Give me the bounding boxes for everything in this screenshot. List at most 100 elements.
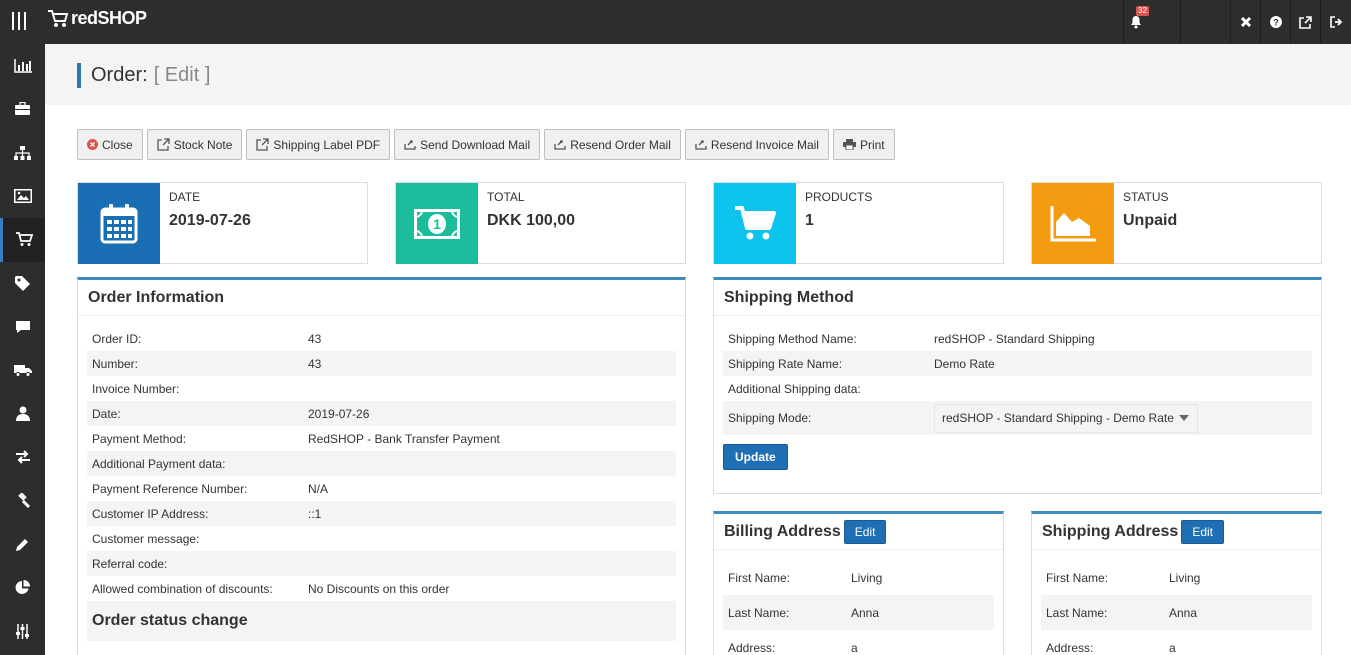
billing-address-value: a	[851, 640, 858, 655]
shipping-rate-name-row: Shipping Rate Name: Demo Rate	[723, 351, 1312, 376]
payment-method-row: Payment Method: RedSHOP - Bank Transfer P…	[87, 426, 676, 451]
sidebar-item-configuration[interactable]	[0, 610, 45, 654]
sign-out-icon	[1329, 16, 1342, 28]
row-label: Additional Shipping data:	[728, 381, 861, 396]
shipping-mode-select[interactable]: redSHOP - Standard Shipping - Demo Rate	[934, 403, 1198, 433]
products-card-value: 1	[805, 212, 814, 229]
sidebar-item-shipping[interactable]	[0, 349, 45, 393]
row-label: First Name:	[728, 570, 791, 585]
shipping-address-value: a	[1169, 640, 1176, 655]
notifications-button[interactable]: 32	[1123, 0, 1181, 44]
sidebar-item-products[interactable]	[0, 88, 45, 132]
shopping-cart-icon	[735, 205, 776, 239]
page-subtitle: [ Edit ]	[153, 64, 211, 86]
discount-combination-value: No Discounts on this order	[308, 581, 450, 596]
brand-logo[interactable]: redSHOP	[47, 8, 147, 29]
billing-address-title: Billing Address	[724, 522, 841, 540]
products-card-label: PRODUCTS	[805, 190, 873, 204]
order-status-change-title: Order status change	[87, 601, 676, 641]
shipping-label-pdf-button[interactable]: Shipping Label PDF	[246, 129, 391, 160]
sidebar-item-statistics[interactable]	[0, 44, 45, 88]
shipping-address-row: Address: a	[1041, 630, 1312, 655]
row-label: Address:	[728, 640, 776, 655]
billing-first-name-row: First Name: Living	[723, 560, 994, 595]
shipping-rate-name-value: Demo Rate	[934, 356, 995, 371]
print-icon	[842, 139, 856, 150]
shipping-method-panel: Shipping Method Shipping Method Name: red…	[713, 277, 1322, 494]
sidebar-item-tools[interactable]	[0, 479, 45, 523]
order-information-rows: Order ID: 43 Number: 43 Invoice Number: Da…	[78, 326, 685, 641]
row-label: Shipping Rate Name:	[728, 356, 843, 371]
sidebar-item-communication[interactable]	[0, 305, 45, 349]
notification-badge: 32	[1136, 6, 1149, 16]
shipping-label-pdf-label: Shipping Label PDF	[273, 137, 381, 152]
share-icon	[554, 139, 566, 150]
shipping-address-header: Shipping Address Edit	[1032, 514, 1321, 550]
share-icon	[404, 139, 416, 150]
row-label: Referral code:	[92, 556, 168, 571]
billing-edit-button[interactable]: Edit	[843, 519, 887, 544]
question-icon: ?	[1269, 16, 1282, 28]
resend-order-mail-button[interactable]: Resend Order Mail	[544, 129, 681, 160]
row-label: Last Name:	[1046, 605, 1108, 620]
top-bar-spacer	[1181, 0, 1231, 44]
logout-button[interactable]	[1321, 0, 1351, 44]
referral-code-row: Referral code:	[87, 551, 676, 576]
shipping-method-name-row: Shipping Method Name: redSHOP - Standard …	[723, 326, 1312, 351]
shipping-edit-button[interactable]: Edit	[1181, 519, 1224, 544]
close-button[interactable]: Close	[77, 129, 143, 160]
row-label: Customer message:	[92, 531, 200, 546]
joomla-button[interactable]	[1231, 0, 1261, 44]
sidebar-item-discounts[interactable]	[0, 262, 45, 306]
sidebar-item-categories[interactable]	[0, 131, 45, 175]
shipping-method-name-value: redSHOP - Standard Shipping	[934, 331, 1095, 346]
status-card: STATUS Unpaid	[1031, 182, 1322, 264]
sidebar-item-media[interactable]	[0, 175, 45, 219]
sidebar-item-users[interactable]	[0, 392, 45, 436]
bar-chart-icon	[13, 58, 32, 73]
sidebar-item-reports[interactable]	[0, 566, 45, 610]
number-row: Number: 43	[87, 351, 676, 376]
row-label: Invoice Number:	[92, 381, 180, 396]
stock-note-button[interactable]: Stock Note	[146, 129, 243, 160]
shipping-first-name-row: First Name: Living	[1041, 560, 1312, 595]
order-information-panel: Order Information Order ID: 43 Number: 43 …	[77, 277, 686, 655]
menu-toggle-icon[interactable]	[12, 12, 26, 30]
billing-address-panel: Billing Address Edit First Name: Living L…	[713, 511, 1004, 655]
area-chart-icon	[1050, 205, 1096, 241]
row-label: Last Name:	[728, 605, 790, 620]
row-label: Address:	[1046, 640, 1094, 655]
send-download-mail-button[interactable]: Send Download Mail	[394, 129, 541, 160]
payment-method-value: RedSHOP - Bank Transfer Payment	[308, 431, 500, 446]
pie-chart-icon	[15, 580, 30, 595]
order-id-row: Order ID: 43	[87, 326, 676, 351]
external-link-icon	[1299, 15, 1312, 29]
comment-icon	[15, 320, 30, 333]
cart-icon	[15, 232, 33, 247]
sidebar-item-orders[interactable]	[0, 218, 45, 262]
external-site-button[interactable]	[1291, 0, 1321, 44]
row-label: Shipping Method Name:	[728, 331, 857, 346]
update-button[interactable]: Update	[723, 444, 788, 470]
row-label: Date:	[92, 406, 121, 421]
row-label: First Name:	[1046, 570, 1109, 585]
products-card-icon-box	[714, 183, 796, 264]
sidebar-item-customization[interactable]	[0, 523, 45, 567]
help-button[interactable]: ?	[1261, 0, 1291, 44]
additional-shipping-data-row: Additional Shipping data:	[723, 376, 1312, 401]
share-icon	[695, 139, 707, 150]
print-button[interactable]: Print	[832, 129, 895, 160]
status-card-icon-box	[1032, 183, 1114, 264]
sidebar-item-import-export[interactable]	[0, 436, 45, 480]
total-card-icon-box: 1	[396, 183, 478, 264]
shipping-method-title: Shipping Method	[714, 280, 1321, 316]
send-download-mail-label: Send Download Mail	[420, 137, 531, 152]
status-card-label: STATUS	[1123, 190, 1169, 204]
billing-address-rows: First Name: Living Last Name: Anna Address…	[714, 550, 1003, 655]
resend-invoice-mail-button[interactable]: Resend Invoice Mail	[684, 129, 829, 160]
billing-first-name-value: Living	[851, 570, 883, 585]
joomla-icon	[1240, 16, 1251, 28]
caret-down-icon	[1179, 415, 1189, 421]
page-title: Order:[ Edit ]	[77, 63, 210, 88]
shipping-last-name-row: Last Name: Anna	[1041, 595, 1312, 630]
